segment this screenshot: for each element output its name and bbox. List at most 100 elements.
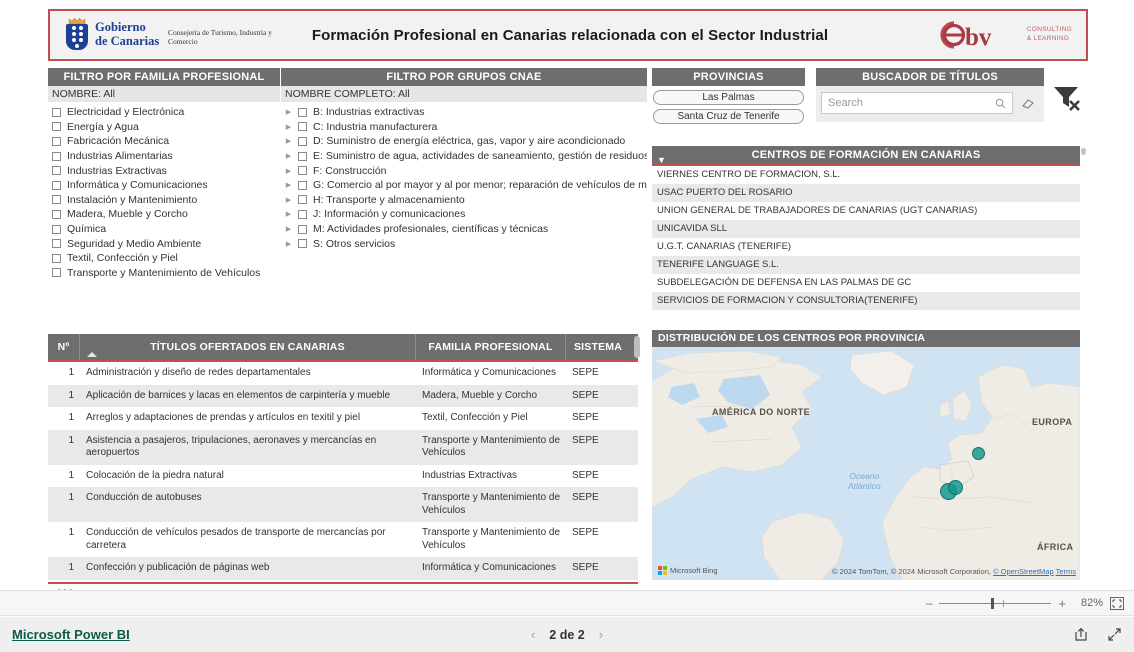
familia-slicer-item[interactable]: Seguridad y Medio Ambiente (48, 236, 280, 251)
familia-slicer-item[interactable]: Informática y Comunicaciones (48, 178, 280, 193)
checkbox-icon[interactable] (298, 224, 307, 234)
cnae-slicer-item[interactable]: ▶ M: Actividades profesionales, científic… (281, 222, 647, 237)
checkbox-icon[interactable] (52, 268, 61, 278)
list-item[interactable]: VIERNES CENTRO DE FORMACION, S.L. (652, 166, 1080, 184)
checkbox-icon[interactable] (298, 239, 307, 249)
openstreetmap-link[interactable]: © OpenStreetMap (993, 567, 1054, 576)
table-col-sistema[interactable]: SISTEMA (566, 334, 640, 360)
checkbox-icon[interactable] (298, 136, 307, 146)
checkbox-icon[interactable] (52, 180, 61, 190)
cnae-slicer-item[interactable]: ▶ E: Suministro de agua, actividades de s… (281, 149, 647, 164)
table-row[interactable]: 1 Confección y publicación de páginas we… (48, 557, 638, 580)
familia-slicer-item[interactable]: Energía y Agua (48, 120, 280, 135)
zoom-in-button[interactable]: + (1058, 596, 1066, 611)
familia-slicer-item[interactable]: Industrias Alimentarias (48, 149, 280, 164)
cnae-slicer-item[interactable]: ▶ F: Construcción (281, 163, 647, 178)
search-input[interactable]: Search (821, 92, 1013, 114)
table-row[interactable]: 1 Colocación de la piedra natural Indust… (48, 465, 638, 488)
checkbox-icon[interactable] (298, 107, 307, 117)
provincia-button-santa-cruz[interactable]: Santa Cruz de Tenerife (653, 109, 804, 124)
chevron-right-icon[interactable]: ▶ (285, 123, 292, 131)
next-page-button[interactable]: › (599, 627, 603, 642)
familia-slicer-subheader[interactable]: NOMBRE: All (48, 86, 280, 102)
checkbox-icon[interactable] (298, 151, 307, 161)
zoom-out-button[interactable]: – (926, 596, 933, 610)
eraser-icon[interactable] (1021, 97, 1035, 110)
sort-ascending-icon[interactable] (87, 352, 97, 357)
familia-slicer-item[interactable]: Instalación y Mantenimiento (48, 193, 280, 208)
chevron-right-icon[interactable]: ▶ (285, 108, 292, 116)
chevron-right-icon[interactable]: ▶ (285, 152, 292, 160)
table-col-numero[interactable]: Nº (48, 334, 80, 360)
share-button[interactable] (1074, 627, 1089, 642)
checkbox-icon[interactable] (52, 195, 61, 205)
table-scrollbar[interactable] (634, 336, 640, 358)
checkbox-icon[interactable] (52, 253, 61, 263)
checkbox-icon[interactable] (52, 107, 61, 117)
chevron-right-icon[interactable]: ▶ (285, 240, 292, 248)
table-row[interactable]: 1 Conducción de autobuses Transporte y M… (48, 487, 638, 522)
list-item[interactable]: UNION GENERAL DE TRABAJADORES DE CANARIA… (652, 202, 1080, 220)
list-item[interactable]: USAC PUERTO DEL ROSARIO (652, 184, 1080, 202)
map-bubble-tenerife[interactable] (948, 480, 963, 495)
list-item[interactable]: SUBDELEGACIÓN DE DEFENSA EN LAS PALMAS D… (652, 274, 1080, 292)
cnae-slicer-item[interactable]: ▶ B: Industrias extractivas (281, 105, 647, 120)
cnae-slicer-item[interactable]: ▶ S: Otros servicios (281, 236, 647, 251)
fullscreen-icon[interactable] (1107, 627, 1122, 642)
mapa-canvas[interactable]: AMÉRICA DO NORTE EUROPA ÁFRICA Oceano At… (652, 347, 1080, 580)
cnae-slicer-item[interactable]: ▶ H: Transporte y almacenamiento (281, 193, 647, 208)
list-item[interactable]: UNICAVIDA SLL (652, 220, 1080, 238)
table-row[interactable]: 1 Administración y diseño de redes depar… (48, 362, 638, 385)
power-bi-brand-link[interactable]: Microsoft Power BI (12, 627, 130, 642)
fit-to-screen-button[interactable] (1110, 596, 1124, 610)
chevron-down-icon[interactable]: ▼ (657, 151, 666, 169)
chevron-right-icon[interactable]: ▶ (285, 181, 292, 189)
checkbox-icon[interactable] (298, 166, 307, 176)
fullscreen-button[interactable] (1107, 627, 1122, 642)
checkbox-icon[interactable] (298, 195, 307, 205)
chevron-right-icon[interactable]: ▶ (285, 137, 292, 145)
list-item[interactable]: U.G.T. CANARIAS (TENERIFE) (652, 238, 1080, 256)
map-bubble-peninsula[interactable] (972, 447, 985, 460)
share-icon[interactable] (1074, 627, 1089, 642)
familia-slicer-item[interactable]: Química (48, 222, 280, 237)
checkbox-icon[interactable] (298, 122, 307, 132)
checkbox-icon[interactable] (52, 122, 61, 132)
table-row[interactable]: 1 Arreglos y adaptaciones de prendas y a… (48, 407, 638, 430)
familia-slicer-item[interactable]: Electricidad y Electrónica (48, 105, 280, 120)
table-row[interactable]: 1 Aplicación de barnices y lacas en elem… (48, 384, 638, 407)
familia-slicer-item[interactable]: Industrias Extractivas (48, 163, 280, 178)
checkbox-icon[interactable] (298, 209, 307, 219)
centros-scrollbar[interactable] (1081, 148, 1086, 155)
checkbox-icon[interactable] (52, 209, 61, 219)
checkbox-icon[interactable] (52, 136, 61, 146)
table-col-titulos[interactable]: TÍTULOS OFERTADOS EN CANARIAS (80, 334, 416, 360)
funnel-x-icon[interactable] (1050, 80, 1084, 114)
fit-to-screen-icon[interactable] (1110, 596, 1124, 610)
terms-link[interactable]: Terms (1056, 567, 1076, 576)
list-item[interactable]: TENERIFE LANGUAGE S.L. (652, 256, 1080, 274)
checkbox-icon[interactable] (298, 180, 307, 190)
familia-slicer-item[interactable]: Fabricación Mecánica (48, 134, 280, 149)
cnae-slicer-item[interactable]: ▶ J: Información y comunicaciones (281, 207, 647, 222)
checkbox-icon[interactable] (52, 239, 61, 249)
clear-all-filters-button[interactable] (1050, 80, 1084, 114)
familia-slicer-item[interactable]: Textil, Confección y Piel (48, 251, 280, 266)
cnae-slicer-item[interactable]: ▶ G: Comercio al por mayor y al por menor… (281, 178, 647, 193)
chevron-right-icon[interactable]: ▶ (285, 210, 292, 218)
chevron-right-icon[interactable]: ▶ (285, 196, 292, 204)
familia-slicer-item[interactable]: Transporte y Mantenimiento de Vehículos (48, 266, 280, 281)
checkbox-icon[interactable] (52, 166, 61, 176)
checkbox-icon[interactable] (52, 224, 61, 234)
list-item[interactable]: SERVICIOS DE FORMACION Y CONSULTORIA(TEN… (652, 292, 1080, 310)
chevron-right-icon[interactable]: ▶ (285, 167, 292, 175)
chevron-right-icon[interactable]: ▶ (285, 225, 292, 233)
zoom-slider[interactable] (939, 597, 1052, 609)
zoom-slider-handle[interactable] (991, 597, 995, 609)
cnae-slicer-subheader[interactable]: NOMBRE COMPLETO: All (281, 86, 647, 102)
familia-slicer-item[interactable]: Madera, Mueble y Corcho (48, 207, 280, 222)
provincia-button-las-palmas[interactable]: Las Palmas (653, 90, 804, 105)
previous-page-button[interactable]: ‹ (531, 627, 535, 642)
table-col-familia[interactable]: FAMILIA PROFESIONAL (416, 334, 566, 360)
clear-search-button[interactable] (1017, 97, 1039, 110)
